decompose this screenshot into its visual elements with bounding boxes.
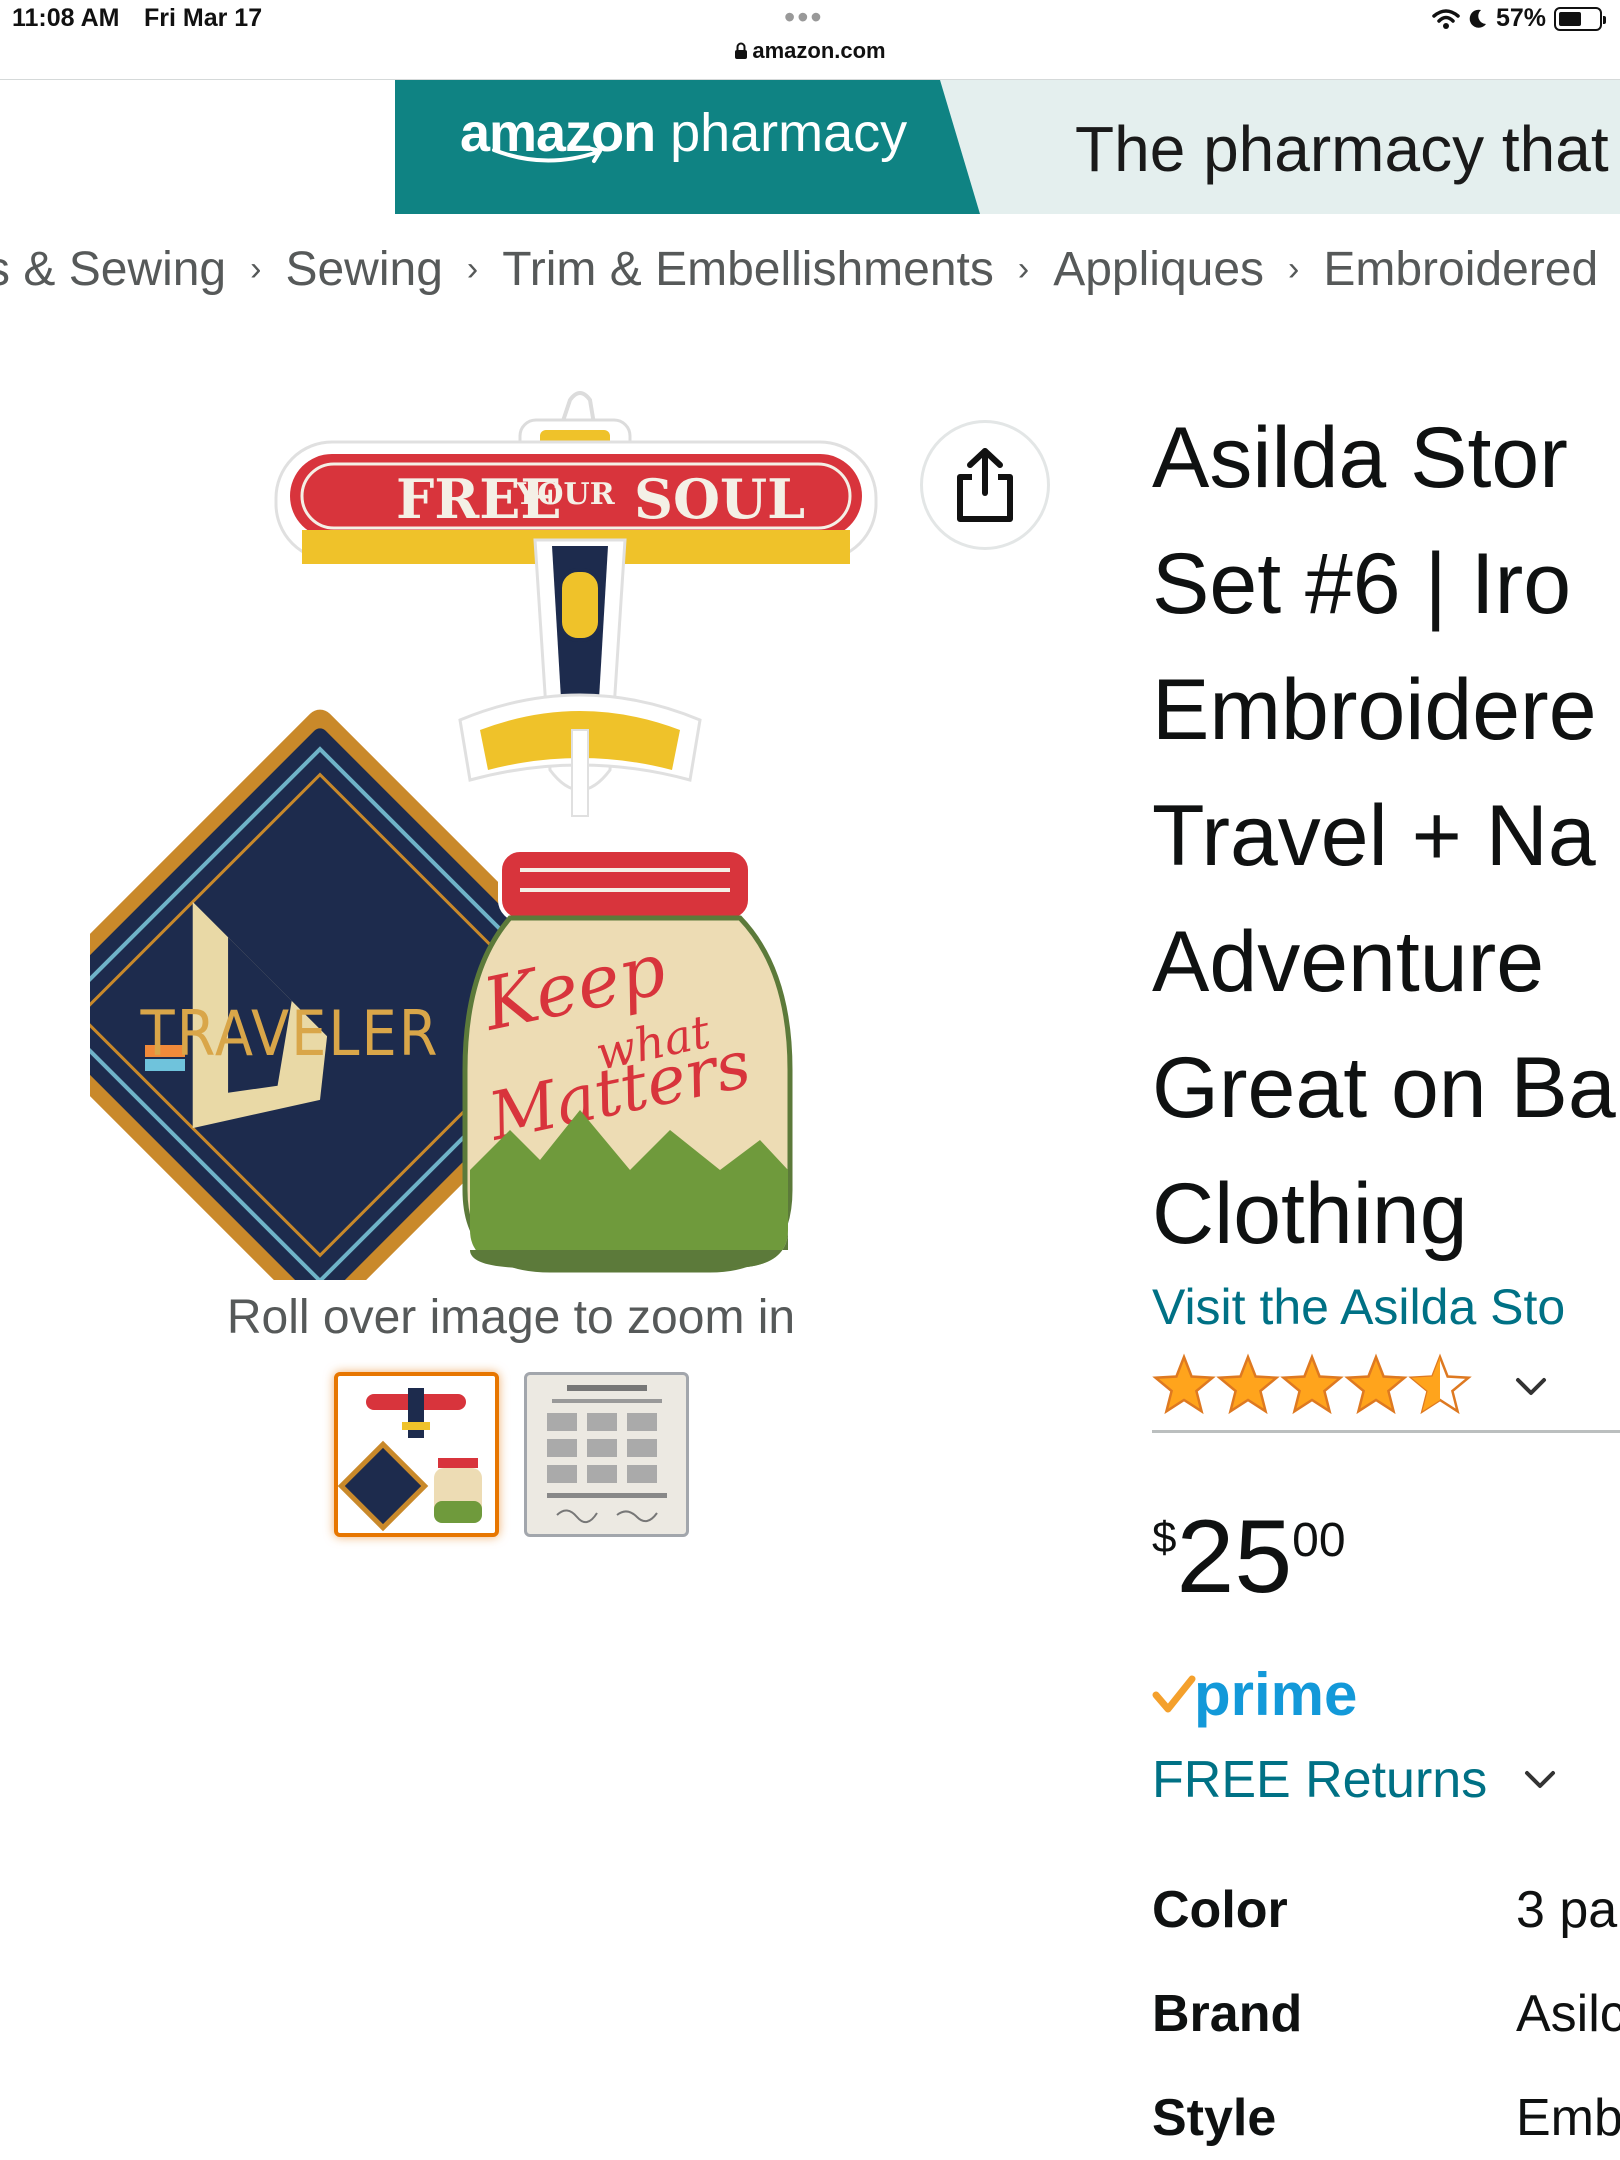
status-indicators: 57%	[1432, 4, 1606, 33]
amazon-smile-icon	[492, 146, 602, 163]
prime-check-icon	[1152, 1675, 1196, 1712]
rating-stars[interactable]	[1152, 1352, 1548, 1422]
amazon-pharmacy-banner[interactable]: amazon pharmacy The pharmacy that	[395, 80, 1620, 214]
chevron-down-icon	[1525, 1771, 1556, 1788]
svg-text:TRAVELER: TRAVELER	[140, 997, 440, 1070]
svg-text:YOUR: YOUR	[515, 477, 616, 512]
breadcrumb-item[interactable]: Sewing	[285, 242, 442, 297]
lock-icon	[735, 42, 748, 59]
chevron-down-icon	[1516, 1378, 1546, 1395]
more-dots-icon[interactable]: •••	[784, 0, 824, 34]
status-date: Fri Mar 17	[144, 4, 263, 32]
main-product-image[interactable]: FREE YOUR SOUL TRAVELER Keep what Matter…	[90, 370, 950, 1280]
star-1	[1152, 1353, 1216, 1415]
moon-icon	[1469, 9, 1486, 28]
spec-label-brand: Brand	[1152, 1985, 1303, 2043]
image-thumbnail[interactable]	[524, 1372, 689, 1537]
thumbnail-image	[338, 1388, 482, 1532]
price-symbol: $	[1152, 1513, 1177, 1562]
keep-what-matters-jar-patch: Keep what Matters	[462, 848, 793, 1273]
battery-level	[1559, 11, 1581, 26]
address-bar[interactable]: amazon.com	[0, 38, 1620, 64]
free-returns-label: FREE Returns	[1152, 1751, 1488, 1809]
star-4	[1344, 1353, 1408, 1415]
chevron-right-icon: ›	[466, 250, 479, 288]
section-divider	[1152, 1430, 1620, 1433]
breadcrumb: s & Sewing › Sewing › Trim & Embellishme…	[0, 242, 1598, 297]
share-button[interactable]	[920, 420, 1050, 550]
thumbnail-image	[547, 1385, 667, 1524]
breadcrumb-item[interactable]: s & Sewing	[0, 242, 226, 297]
spec-value-brand: Asilc	[1516, 1985, 1620, 2043]
star-3	[1280, 1353, 1344, 1415]
status-time: 11:08 AM	[12, 4, 120, 32]
free-returns-link[interactable]: FREE Returns	[1152, 1750, 1557, 1810]
star-2	[1216, 1353, 1280, 1415]
star-rating-icon	[1152, 1353, 1472, 1415]
url-text: amazon.com	[752, 38, 886, 63]
banner-brand-panel: amazon pharmacy	[395, 80, 980, 214]
spec-value-color: 3 pa	[1516, 1881, 1618, 1939]
svg-text:SOUL: SOUL	[634, 467, 805, 531]
prime-badge: prime	[1152, 1660, 1357, 1729]
chevron-right-icon: ›	[1288, 250, 1300, 288]
breadcrumb-item[interactable]: Embroidered	[1323, 242, 1598, 297]
chevron-right-icon: ›	[1017, 250, 1030, 288]
breadcrumb-item[interactable]: Trim & Embellishments	[502, 242, 994, 297]
spec-value-style: Emb	[1516, 2089, 1620, 2147]
price-whole: 25	[1176, 1499, 1293, 1615]
prime-label: prime	[1194, 1661, 1358, 1728]
spec-label-style: Style	[1152, 2089, 1277, 2147]
spec-label-color: Color	[1152, 1881, 1288, 1939]
share-icon	[957, 448, 1013, 522]
image-thumbnail-selected[interactable]	[334, 1372, 499, 1537]
banner-tagline: The pharmacy that	[1075, 113, 1609, 185]
breadcrumb-item[interactable]: Appliques	[1053, 242, 1264, 297]
chevron-right-icon: ›	[250, 250, 262, 288]
battery-icon	[1554, 6, 1606, 31]
visit-store-link[interactable]: Visit the Asilda Sto	[1152, 1278, 1565, 1336]
price: $2500	[1152, 1505, 1346, 1609]
wifi-icon	[1432, 8, 1460, 29]
product-title: Asilda Stor Set #6 | Iro Embroidere Trav…	[1152, 410, 1616, 1262]
battery-percent: 57%	[1495, 4, 1546, 32]
price-fraction: 00	[1292, 1514, 1346, 1567]
zoom-hint: Roll over image to zoom in	[226, 1291, 796, 1344]
